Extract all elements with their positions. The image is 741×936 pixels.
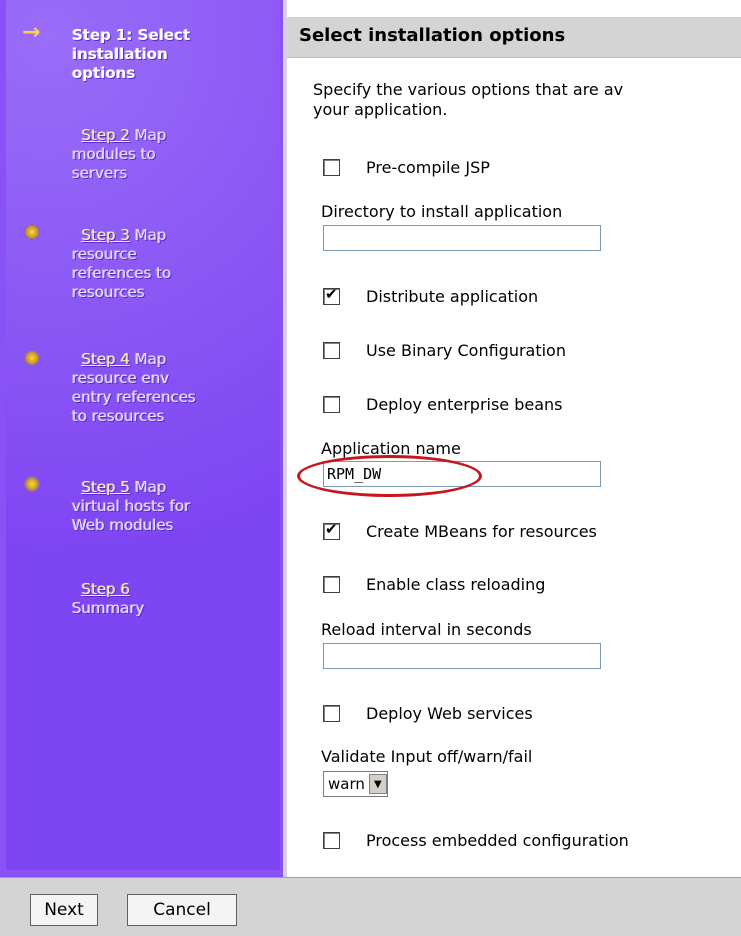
panel-header: Select installation options bbox=[287, 17, 741, 58]
install-options-panel: Select installation options Specify the … bbox=[287, 0, 741, 877]
step-1-line3: options bbox=[72, 64, 136, 82]
install-dir-label: Directory to install application bbox=[321, 202, 563, 221]
cancel-button[interactable]: Cancel bbox=[127, 894, 237, 926]
chevron-down-icon[interactable]: ▼ bbox=[368, 774, 387, 794]
step-2-link[interactable]: Step 2 bbox=[82, 126, 130, 144]
step-3: Step 3 Map resource references to resour… bbox=[72, 226, 172, 301]
reload-interval-input[interactable] bbox=[323, 643, 601, 669]
next-button[interactable]: Next bbox=[30, 894, 98, 926]
distribute-app-option: Distribute application bbox=[323, 285, 538, 306]
step-1-title: Step 1: Select bbox=[72, 26, 191, 44]
step-2: Step 2 Map modules to servers bbox=[72, 126, 167, 182]
validate-input-label: Validate Input off/warn/fail bbox=[321, 747, 533, 766]
step-5-status-icon bbox=[24, 476, 40, 492]
page-title: Select installation options bbox=[299, 25, 566, 46]
binary-config-option: Use Binary Configuration bbox=[323, 341, 566, 360]
class-reload-checkbox[interactable] bbox=[323, 576, 340, 593]
create-mbeans-option: Create MBeans for resources bbox=[323, 520, 597, 541]
deploy-ws-option: Deploy Web services bbox=[323, 704, 533, 723]
current-step-arrow-icon: → bbox=[22, 20, 41, 45]
wizard-footer: Next Cancel bbox=[0, 877, 741, 936]
deploy-ejb-checkbox[interactable] bbox=[323, 396, 340, 413]
step-3-status-icon bbox=[24, 224, 40, 240]
step-6: Step 6 Summary bbox=[72, 580, 145, 617]
precompile-jsp-checkbox[interactable] bbox=[323, 159, 340, 176]
validate-input-value: warn bbox=[328, 775, 365, 793]
step-5-link[interactable]: Step 5 bbox=[82, 478, 130, 496]
reload-interval-label: Reload interval in seconds bbox=[321, 620, 532, 639]
step-4: Step 4 Map resource env entry references… bbox=[72, 350, 196, 425]
validate-input-select[interactable]: warn ▼ bbox=[323, 771, 388, 797]
binary-config-checkbox[interactable] bbox=[323, 342, 340, 359]
step-4-status-icon bbox=[24, 350, 40, 366]
step-5: Step 5 Map virtual hosts for Web modules bbox=[72, 478, 191, 534]
step-3-link[interactable]: Step 3 bbox=[82, 226, 130, 244]
step-1-current: Step 1: Select installation options bbox=[72, 26, 190, 83]
create-mbeans-checkbox[interactable] bbox=[323, 520, 340, 540]
class-reload-option: Enable class reloading bbox=[323, 575, 545, 594]
deploy-ws-checkbox[interactable] bbox=[323, 705, 340, 722]
embedded-config-option: Process embedded configuration bbox=[323, 831, 629, 850]
step-4-link[interactable]: Step 4 bbox=[82, 350, 130, 368]
distribute-app-checkbox[interactable] bbox=[323, 285, 340, 305]
wizard-steps-sidebar: → Step 1: Select installation options St… bbox=[0, 0, 287, 877]
embedded-config-checkbox[interactable] bbox=[323, 832, 340, 849]
panel-description: Specify the various options that are av … bbox=[313, 80, 624, 119]
step-1-line2: installation bbox=[72, 45, 168, 63]
highlight-annotation-oval bbox=[297, 455, 482, 497]
deploy-ejb-option: Deploy enterprise beans bbox=[323, 395, 563, 414]
step-6-link[interactable]: Step 6 bbox=[82, 580, 130, 598]
precompile-jsp-option: Pre-compile JSP bbox=[323, 158, 490, 177]
install-dir-input[interactable] bbox=[323, 225, 601, 251]
